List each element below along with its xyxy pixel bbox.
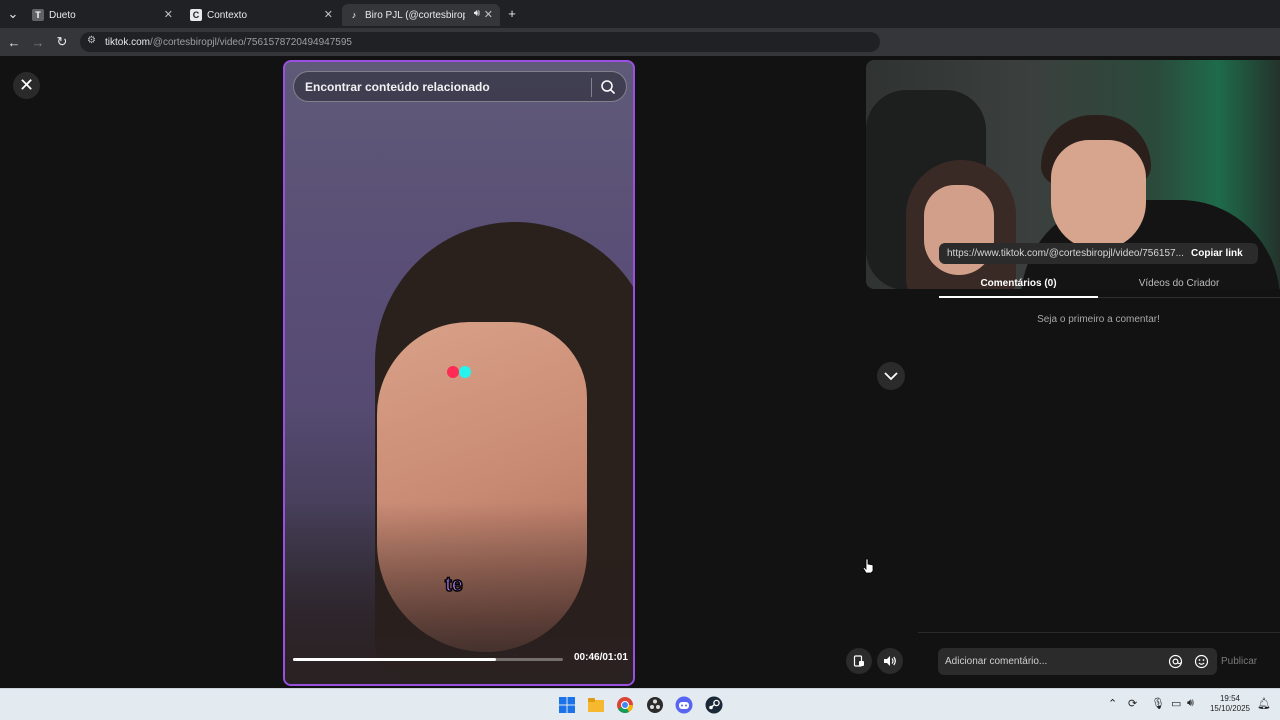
tray-overflow-chevron-icon[interactable]: ⌃ [1108,697,1117,710]
search-placeholder: Encontrar conteúdo relacionado [305,79,490,94]
emoji-icon[interactable] [1194,654,1209,669]
share-link-bar: https://www.tiktok.com/@cortesbiropjl/vi… [939,243,1258,264]
tab-creator-videos[interactable]: Vídeos do Criador [1099,278,1259,289]
share-url[interactable]: https://www.tiktok.com/@cortesbiropjl/vi… [939,248,1185,259]
person-right-face [1051,140,1146,250]
address-bar[interactable]: ⚙ tiktok.com/@cortesbiropjl/video/756157… [80,32,880,52]
back-arrow-icon[interactable]: ← [5,33,23,51]
clock-time: 19:54 [1219,694,1241,703]
file-explorer-icon[interactable] [586,695,606,715]
url-host: tiktok.com [105,36,151,48]
close-tab-icon[interactable]: ✕ [484,8,493,21]
new-tab-plus-icon[interactable]: + [503,4,521,22]
forward-arrow-icon[interactable]: → [29,33,47,51]
chevron-down-icon [884,371,898,380]
browser-tab-bar: ⌄ T Dueto ✕ C Contexto ✕ ♪ Biro PJL (@co… [0,0,1280,28]
video-timecode: 00:46/01:01 [574,652,628,663]
url-path: /@cortesbiropjl/video/756157872049494759… [150,36,352,48]
mini-player-button[interactable] [846,648,872,674]
volume-button[interactable] [877,648,903,674]
clock-date: 15/10/2025 [1209,704,1251,713]
close-video-button[interactable]: ✕ [13,72,40,99]
contexto-favicon-icon: C [190,9,202,21]
hand-cursor-icon [862,558,874,574]
video-player[interactable]: Encontrar conteúdo relacionado te 00:46/… [283,60,635,686]
tab-label: Dueto [49,9,76,21]
site-info-icon[interactable]: ⚙ [87,35,96,46]
video-progress-fill [293,658,496,661]
panel-tabs: Comentários (0) Vídeos do Criador [939,272,1280,298]
picture-in-picture-icon [853,655,864,667]
close-icon: ✕ [18,75,35,95]
obs-icon[interactable] [645,695,665,715]
comment-input[interactable]: Adicionar comentário... [938,648,1217,675]
comment-bar: Adicionar comentário... Publicar [918,632,1280,688]
tab-search-chevron-icon[interactable]: ⌄ [4,5,22,23]
speaker-icon[interactable]: 🔊︎ [1187,697,1194,710]
microphone-icon[interactable]: 🎙︎ [1151,697,1165,710]
loading-dots-icon [447,366,473,378]
notification-bell-icon[interactable]: 🔔︎ [1257,697,1271,710]
network-icon[interactable]: ▭ [1171,697,1181,710]
discord-icon[interactable] [674,695,694,715]
steam-icon[interactable] [704,695,724,715]
publish-button[interactable]: Publicar [1221,656,1257,667]
empty-comments-message: Seja o primeiro a comentar! [1037,314,1160,325]
red-dot [447,366,459,378]
comment-placeholder: Adicionar comentário... [945,656,1048,667]
tab-label: Contexto [207,9,248,21]
dueto-favicon-icon: T [32,9,44,21]
sync-icon[interactable]: ⟳ [1128,697,1137,710]
browser-tab-tiktok[interactable]: ♪ Biro PJL (@cortesbiropjl) | T 🔊︎ ✕ [342,4,500,26]
windows-taskbar: ⌃ ⟳ 🎙︎ ▭ 🔊︎ 19:54 15/10/2025 🔔︎ [0,688,1280,720]
next-video-button[interactable] [877,362,905,390]
close-tab-icon[interactable]: ✕ [324,8,333,21]
tiktok-favicon-icon: ♪ [351,10,357,20]
browser-toolbar: ← → ↻ ⚙ tiktok.com/@cortesbiropjl/video/… [0,28,1280,56]
video-caption: te [444,573,463,597]
tab-audio-icon[interactable]: 🔊︎ [474,8,480,19]
reload-icon[interactable]: ↻ [53,33,71,51]
close-tab-icon[interactable]: ✕ [164,8,173,21]
video-progress-bar[interactable] [293,658,563,661]
related-content-search[interactable]: Encontrar conteúdo relacionado [293,71,627,102]
volume-icon [884,656,896,666]
chrome-icon[interactable] [615,695,635,715]
cyan-dot [459,366,471,378]
tab-label: Biro PJL (@cortesbiropjl) | T [365,9,465,21]
search-icon[interactable] [600,79,616,95]
browser-tab-dueto[interactable]: T Dueto ✕ [26,4,180,26]
windows-start-icon[interactable] [557,695,577,715]
mention-icon[interactable] [1168,654,1183,669]
tiktok-video-page: ✕ Encontrar conteúdo relacionado te 00:4… [0,56,1280,688]
copy-link-button[interactable]: Copiar link [1185,248,1243,259]
tab-comments[interactable]: Comentários (0) [939,278,1098,289]
active-tab-underline [939,296,1098,298]
system-clock[interactable]: 19:54 15/10/2025 [1205,694,1255,714]
search-divider [591,78,592,97]
browser-tab-contexto[interactable]: C Contexto ✕ [184,4,340,26]
